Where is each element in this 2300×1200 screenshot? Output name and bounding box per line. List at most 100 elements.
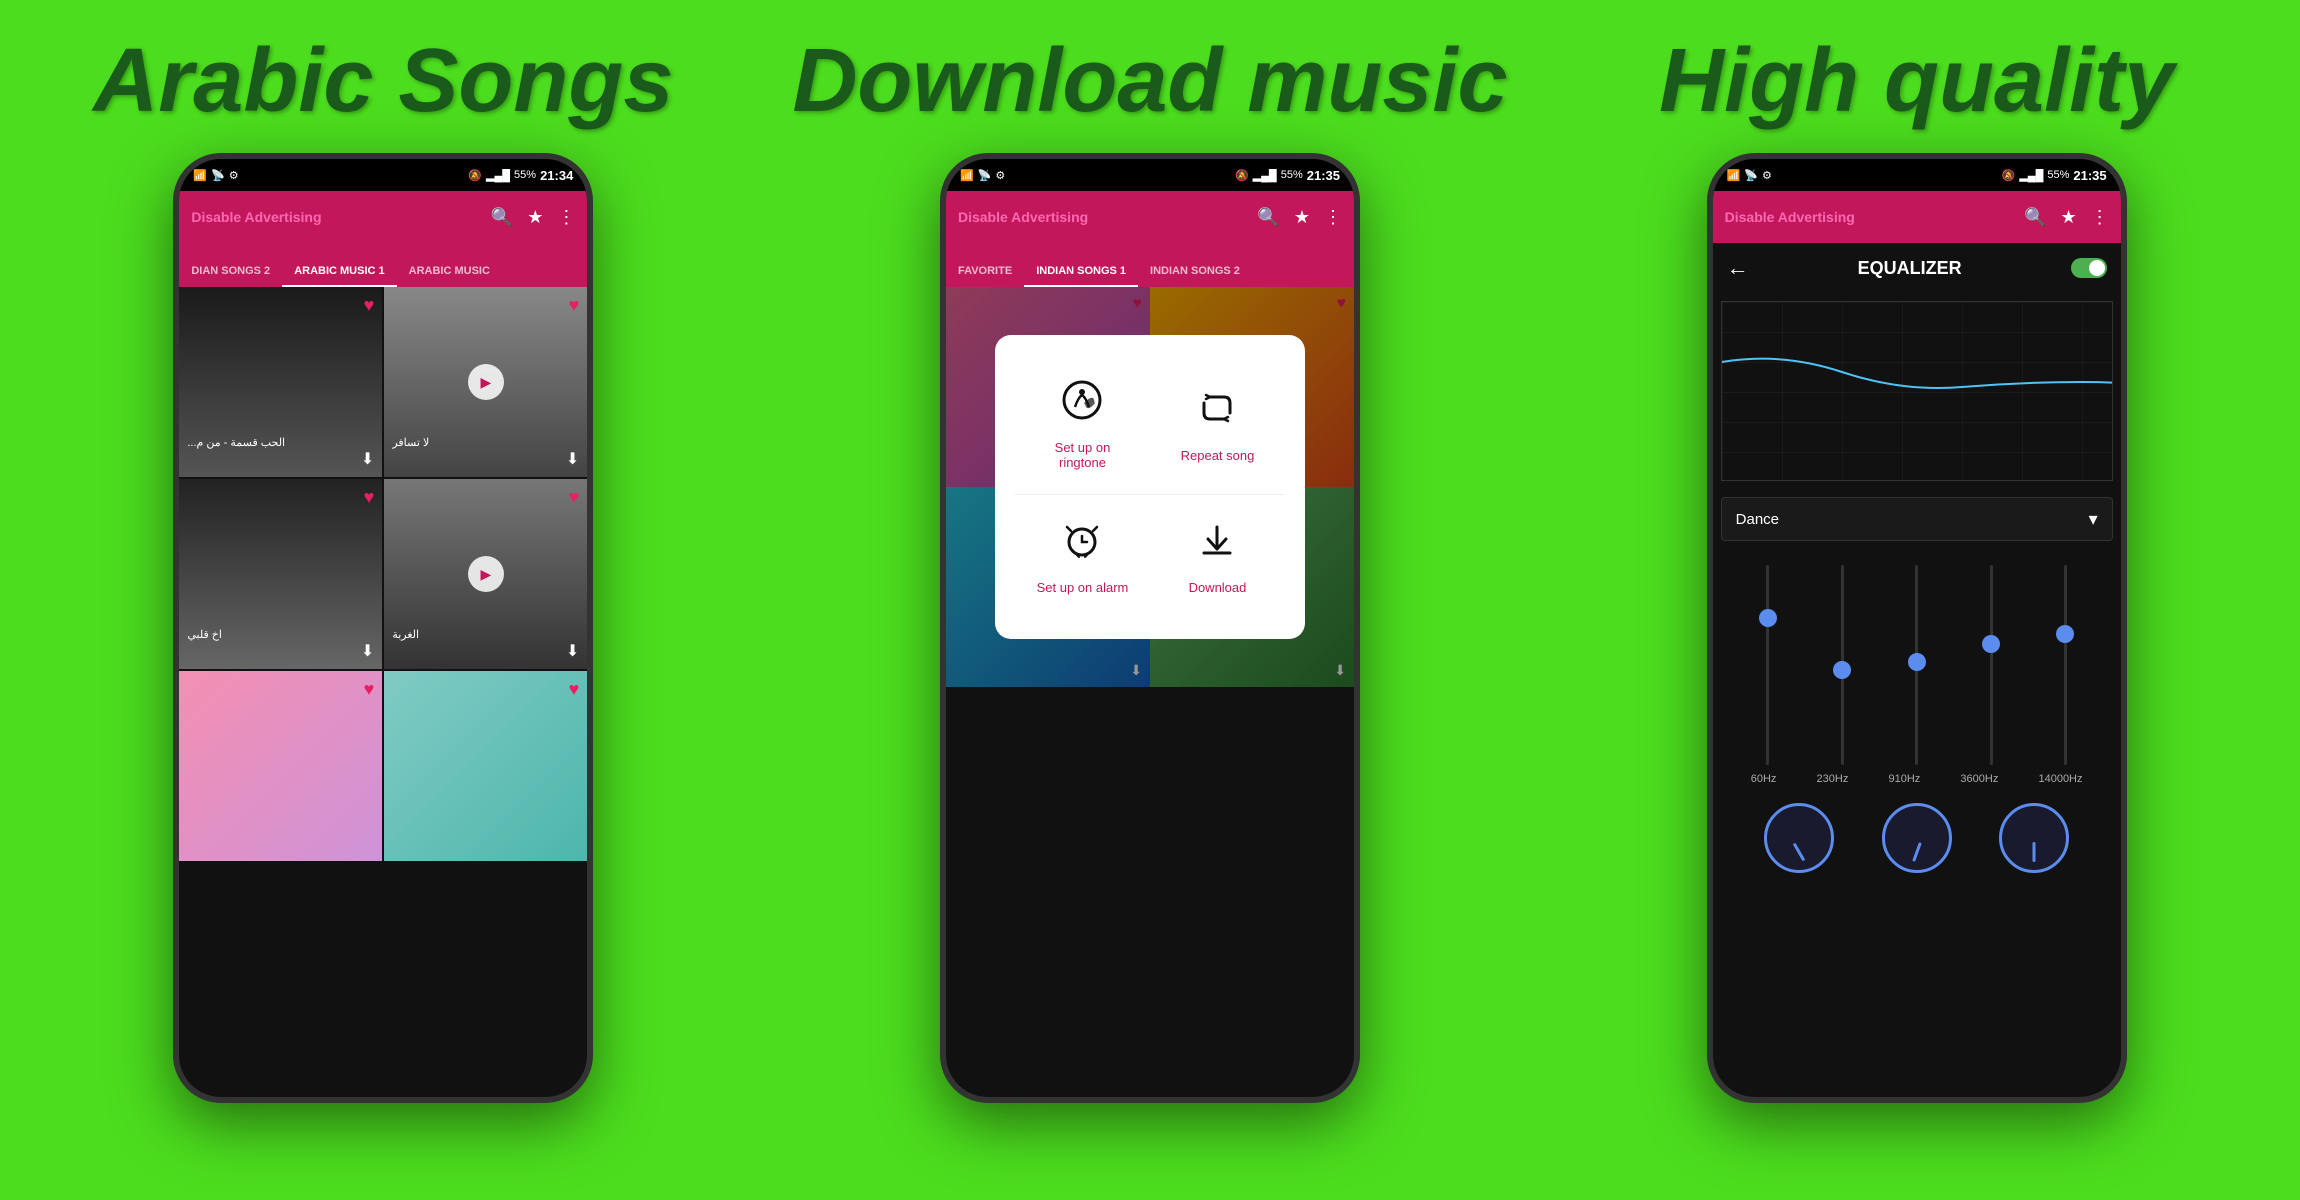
play-btn-4[interactable]: ▶: [468, 556, 504, 592]
song-card-5[interactable]: ♥: [179, 671, 382, 861]
app-toolbar-1: Disable Advertising 🔍 ★ ⋮: [179, 191, 587, 243]
status-icons-right-1: 🔕 ▂▄█ 55% 21:34: [468, 168, 573, 183]
eq-slider-14000hz[interactable]: [2050, 565, 2080, 765]
freq-230hz: 230Hz: [1817, 773, 1849, 785]
app-tabs-2: FAVORITE INDIAN SONGS 1 INDIAN SONGS 2: [946, 243, 1354, 287]
heart-2[interactable]: ♥: [569, 295, 580, 316]
app-toolbar-2: Disable Advertising 🔍 ★ ⋮: [946, 191, 1354, 243]
mute-icon-3: 🔕: [2002, 169, 2016, 182]
eq-knobs-row: [1721, 793, 2113, 883]
wifi-icon-2: 📡: [978, 169, 992, 182]
battery-label-3: 55%: [2047, 169, 2069, 181]
song-title-3: اخ قلبي: [187, 628, 222, 641]
time-2: 21:35: [1307, 168, 1340, 183]
popup-alarm[interactable]: Set up on alarm: [1015, 495, 1150, 619]
mute-icon-1: 🔕: [468, 169, 482, 182]
status-icons-left-1: 📶 📡 ⚙: [193, 169, 238, 182]
star-icon-1[interactable]: ★: [527, 207, 543, 228]
eq-preset-label: Dance: [1736, 511, 2089, 528]
heart-5[interactable]: ♥: [364, 679, 375, 700]
eq-knob-1[interactable]: [1764, 803, 1834, 873]
eq-dot-230hz: [1833, 661, 1851, 679]
tab-arabic-music-2[interactable]: ARABIC MUSIC: [397, 257, 502, 287]
phone-content-2: ♥ 🎵 ♥ 🎶 Ghar More Pa... ⬇ Zilla Hilela ⬇: [946, 287, 1354, 687]
alarm-icon: [1061, 519, 1103, 570]
toolbar-icons-1: 🔍 ★ ⋮: [491, 207, 576, 228]
tab-arabic-music-1[interactable]: ARABIC MUSIC 1: [282, 257, 396, 287]
eq-knob-3[interactable]: [1999, 803, 2069, 873]
section-title-arabic: Arabic Songs: [93, 30, 673, 133]
eq-track-60hz: [1766, 565, 1769, 765]
tab-indian-songs-2[interactable]: INDIAN SONGS 2: [1138, 257, 1252, 287]
eq-title: EQUALIZER: [1761, 258, 2059, 279]
eq-dot-14000hz: [2056, 625, 2074, 643]
eq-slider-3600hz[interactable]: [1976, 565, 2006, 765]
toolbar-title-1: Disable Advertising: [191, 209, 480, 225]
back-icon[interactable]: ←: [1727, 255, 1749, 281]
battery-label-2: 55%: [1281, 169, 1303, 181]
eq-curve-svg: [1722, 302, 2112, 480]
popup-ringtone[interactable]: Set up on ringtone: [1015, 355, 1150, 494]
time-1: 21:34: [540, 168, 573, 183]
popup-download[interactable]: Download: [1150, 495, 1285, 619]
eq-track-14000hz: [2064, 565, 2067, 765]
download-btn-2[interactable]: ⬇: [566, 449, 579, 469]
song-title-4: الغربة: [392, 628, 419, 641]
search-icon-3[interactable]: 🔍: [2024, 207, 2046, 228]
eq-dot-60hz: [1759, 609, 1777, 627]
download-btn-4[interactable]: ⬇: [566, 641, 579, 661]
arabic-songs-section: Arabic Songs 📶 📡 ⚙ 🔕 ▂▄█ 55% 21:34 Disab…: [3, 0, 763, 1103]
mute-icon-2: 🔕: [1235, 169, 1249, 182]
menu-icon-1[interactable]: ⋮: [557, 207, 575, 228]
play-btn-2[interactable]: ▶: [468, 364, 504, 400]
search-icon-2[interactable]: 🔍: [1257, 207, 1279, 228]
song-card-6[interactable]: ♥: [384, 671, 587, 861]
app-toolbar-3: Disable Advertising 🔍 ★ ⋮: [1713, 191, 2121, 243]
knob-indicator-1: [1793, 843, 1806, 862]
toolbar-icons-2: 🔍 ★ ⋮: [1257, 207, 1342, 228]
toolbar-title-2: Disable Advertising: [958, 209, 1247, 225]
menu-icon-3[interactable]: ⋮: [2091, 207, 2109, 228]
heart-3[interactable]: ♥: [364, 487, 375, 508]
star-icon-2[interactable]: ★: [1294, 207, 1310, 228]
popup-repeat[interactable]: Repeat song: [1150, 355, 1285, 494]
sim-icon-1: 📶: [193, 169, 207, 182]
eq-knob-2[interactable]: [1882, 803, 1952, 873]
heart-6[interactable]: ♥: [569, 679, 580, 700]
eq-preset-selector[interactable]: Dance ▾: [1721, 497, 2113, 541]
settings-icon-1: ⚙: [229, 169, 239, 182]
eq-slider-230hz[interactable]: [1827, 565, 1857, 765]
eq-sliders-area: 60Hz 230Hz 910Hz 3600Hz 14000Hz: [1713, 549, 2121, 883]
star-icon-3[interactable]: ★: [2061, 207, 2077, 228]
eq-slider-row: [1721, 565, 2113, 765]
wifi-icon-3: 📡: [1744, 169, 1758, 182]
tab-dian-songs-2[interactable]: DIAN SONGS 2: [179, 257, 282, 287]
ringtone-label: Set up on ringtone: [1031, 440, 1134, 470]
settings-icon-3: ⚙: [1762, 169, 1772, 182]
download-btn-1[interactable]: ⬇: [361, 449, 374, 469]
knob-indicator-2: [1912, 842, 1922, 862]
download-btn-3[interactable]: ⬇: [361, 641, 374, 661]
freq-14000hz: 14000Hz: [2038, 773, 2082, 785]
eq-track-3600hz: [1990, 565, 1993, 765]
menu-icon-2[interactable]: ⋮: [1324, 207, 1342, 228]
song-card-3[interactable]: ♥ اخ قلبي ⬇: [179, 479, 382, 669]
song-card-1[interactable]: ♥ الحب قسمة - من م... ⬇: [179, 287, 382, 477]
search-icon-1[interactable]: 🔍: [491, 207, 513, 228]
repeat-icon: [1196, 387, 1238, 438]
song-card-4[interactable]: ♥ ▶ الغربة ⬇: [384, 479, 587, 669]
heart-1[interactable]: ♥: [364, 295, 375, 316]
eq-slider-60hz[interactable]: [1753, 565, 1783, 765]
eq-slider-910hz[interactable]: [1902, 565, 1932, 765]
section-title-quality: High quality: [1659, 30, 2174, 133]
toolbar-title-3: Disable Advertising: [1725, 209, 2014, 225]
eq-toggle[interactable]: [2071, 258, 2107, 278]
tab-favorite[interactable]: FAVORITE: [946, 257, 1024, 287]
status-bar-2: 📶 📡 ⚙ 🔕 ▂▄█ 55% 21:35: [946, 159, 1354, 191]
signal-icon-3: ▂▄█: [2019, 169, 2043, 182]
tab-indian-songs-1[interactable]: INDIAN SONGS 1: [1024, 257, 1138, 287]
eq-dot-3600hz: [1982, 635, 2000, 653]
heart-4[interactable]: ♥: [569, 487, 580, 508]
song-card-2[interactable]: ♥ ▶ لا تسافر ⬇: [384, 287, 587, 477]
phone-arabic: 📶 📡 ⚙ 🔕 ▂▄█ 55% 21:34 Disable Advertisin…: [173, 153, 593, 1103]
